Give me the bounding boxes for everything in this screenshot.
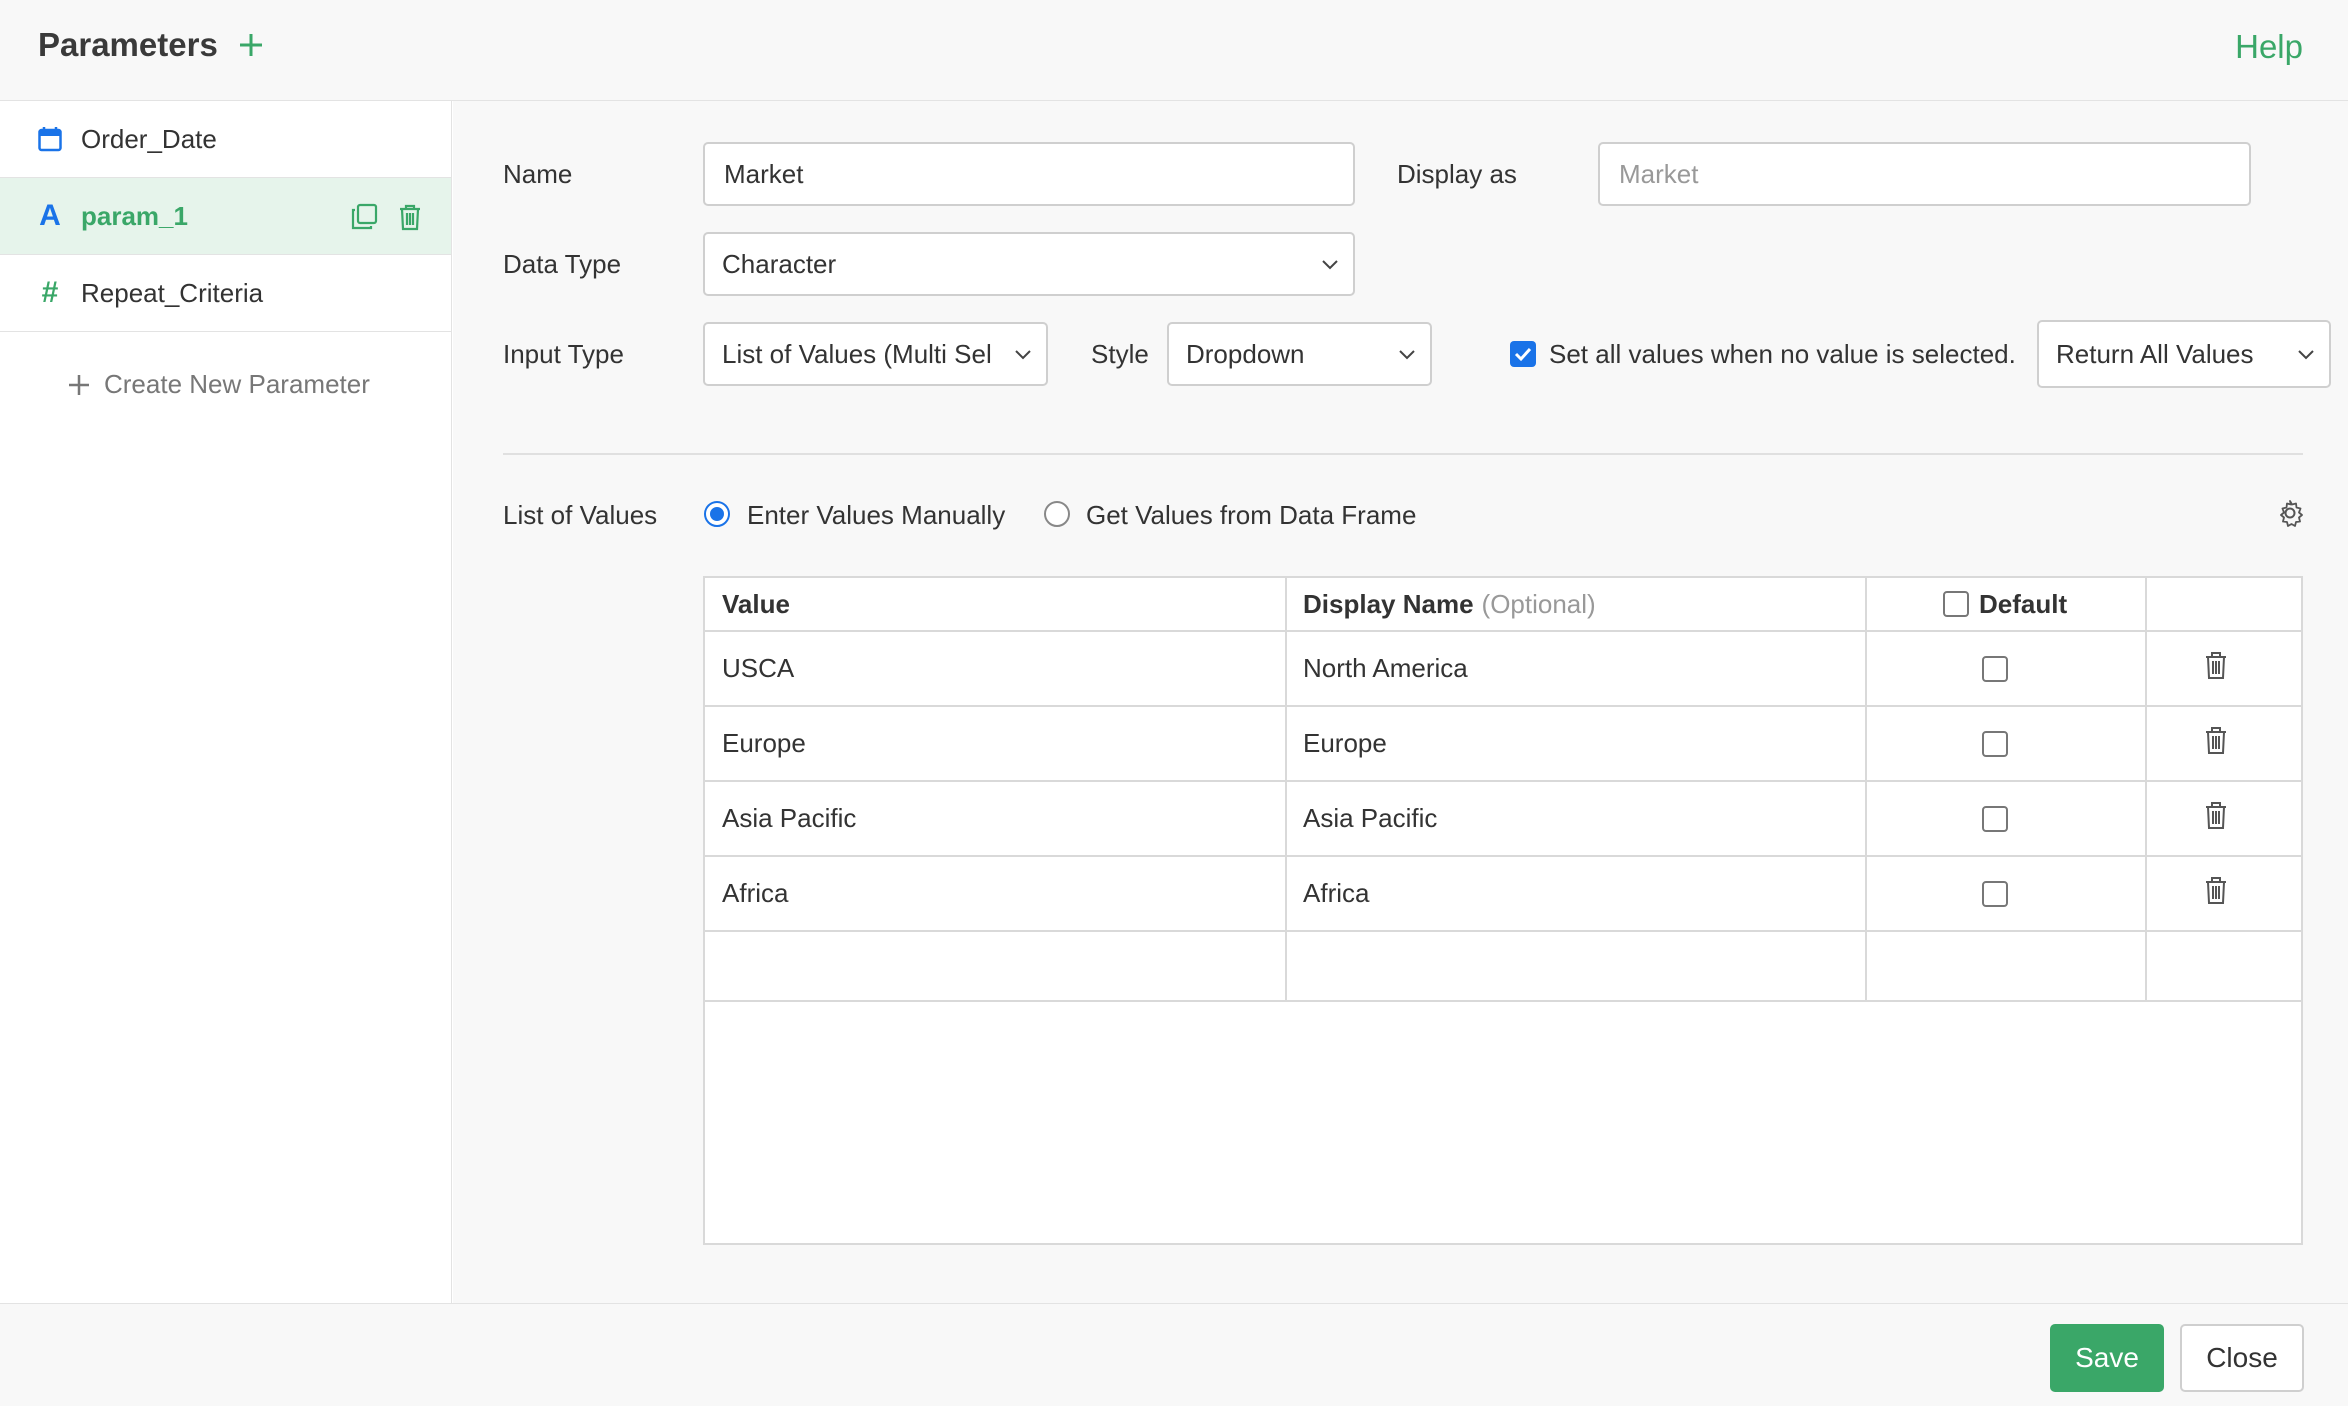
sidebar-item-label: Order_Date: [81, 123, 217, 154]
column-divider: [2145, 578, 2147, 1002]
get-values-from-data-frame-label[interactable]: Get Values from Data Frame: [1086, 500, 1416, 531]
get-values-from-data-frame-radio[interactable]: [1044, 501, 1070, 527]
help-link[interactable]: Help: [2235, 28, 2303, 66]
display-as-label: Display as: [1397, 159, 1517, 189]
enter-values-manually-label[interactable]: Enter Values Manually: [747, 500, 1005, 531]
name-input[interactable]: Market: [703, 142, 1355, 206]
sidebar-item-label: param_1: [81, 200, 188, 231]
add-parameter-button[interactable]: [234, 24, 268, 64]
trash-icon[interactable]: [2203, 650, 2229, 687]
display-name-cell[interactable]: Europe: [1303, 707, 1387, 780]
chevron-down-icon: [1015, 350, 1031, 360]
sidebar-item-param-1[interactable]: A param_1: [0, 178, 451, 255]
set-all-values-label: Set all values when no value is selected…: [1549, 339, 2016, 369]
column-divider: [1285, 578, 1287, 1002]
default-all-checkbox[interactable]: [1943, 591, 1969, 617]
value-cell[interactable]: Africa: [722, 857, 788, 930]
display-name-cell[interactable]: Asia Pacific: [1303, 782, 1437, 855]
table-row-empty[interactable]: [705, 932, 2301, 1002]
trash-icon[interactable]: [395, 202, 425, 232]
duplicate-icon[interactable]: [349, 202, 379, 232]
input-type-value: List of Values (Multi Sel: [722, 338, 992, 369]
display-name-header-hint: (Optional): [1481, 588, 1596, 619]
default-checkbox[interactable]: [1982, 880, 2008, 907]
table-row: Africa Africa: [705, 857, 2301, 932]
set-all-values-checkbox[interactable]: [1510, 341, 1536, 367]
default-checkbox[interactable]: [1982, 655, 2008, 682]
display-name-cell[interactable]: North America: [1303, 632, 1468, 705]
sidebar-item-repeat-criteria[interactable]: # Repeat_Criteria: [0, 255, 451, 332]
list-of-values-label: List of Values: [503, 500, 658, 530]
values-table: Value Display Name (Optional) Default US…: [703, 576, 2303, 1245]
input-type-select[interactable]: List of Values (Multi Sel: [703, 322, 1048, 386]
sidebar-item-label: Repeat_Criteria: [81, 277, 264, 308]
character-a-icon: A: [39, 199, 61, 232]
gear-icon[interactable]: [2275, 498, 2305, 528]
section-divider: [503, 453, 2303, 455]
enter-values-manually-radio[interactable]: [704, 501, 730, 527]
sidebar-item-order-date[interactable]: Order_Date: [0, 101, 451, 178]
data-type-value: Character: [722, 248, 837, 279]
parameter-sidebar: Order_Date A param_1 # Repeat_Criteria C…: [0, 101, 452, 1303]
display-as-input[interactable]: Market: [1598, 142, 2251, 206]
value-cell[interactable]: USCA: [722, 632, 794, 705]
name-label: Name: [503, 159, 573, 189]
sidebar-item-actions: [349, 202, 425, 232]
default-checkbox[interactable]: [1982, 805, 2008, 832]
table-row: Asia Pacific Asia Pacific: [705, 782, 2301, 857]
plus-icon: [240, 34, 262, 56]
chevron-down-icon: [2298, 350, 2314, 360]
table-row: USCA North America: [705, 632, 2301, 707]
parameter-editor: Name Market Display as Market Data Type …: [453, 101, 2348, 1303]
chevron-down-icon: [1399, 350, 1415, 360]
page-title: Parameters: [38, 26, 218, 63]
display-name-column-header: Display Name (Optional): [1303, 578, 1596, 630]
style-label: Style: [1091, 339, 1149, 369]
input-type-label: Input Type: [503, 339, 624, 369]
value-cell[interactable]: Europe: [722, 707, 806, 780]
dialog-footer: Save Close: [0, 1303, 2348, 1406]
column-divider: [1865, 578, 1867, 1002]
create-new-label: Create New Parameter: [104, 369, 370, 399]
calendar-icon: [38, 125, 62, 153]
save-button[interactable]: Save: [2050, 1324, 2164, 1392]
trash-icon[interactable]: [2203, 875, 2229, 912]
style-select[interactable]: Dropdown: [1167, 322, 1432, 386]
table-header-row: Value Display Name (Optional) Default: [705, 578, 2301, 632]
default-checkbox[interactable]: [1982, 730, 2008, 757]
data-type-select[interactable]: Character: [703, 232, 1355, 296]
default-header-label: Default: [1979, 588, 2068, 619]
hash-icon: #: [41, 276, 59, 309]
value-column-header: Value: [722, 588, 790, 619]
plus-icon: [68, 372, 90, 398]
checkmark-icon: [1514, 347, 1532, 362]
return-values-select[interactable]: Return All Values: [2037, 320, 2331, 388]
display-name-header-label: Display Name: [1303, 588, 1474, 619]
style-value: Dropdown: [1186, 338, 1305, 369]
trash-icon[interactable]: [2203, 800, 2229, 837]
display-name-cell[interactable]: Africa: [1303, 857, 1369, 930]
create-new-parameter-button[interactable]: Create New Parameter: [68, 369, 370, 400]
dialog-header: Parameters Help: [0, 0, 2348, 101]
return-values-value: Return All Values: [2056, 338, 2254, 369]
default-column-header: Default: [1943, 578, 2067, 630]
trash-icon[interactable]: [2203, 725, 2229, 762]
data-type-label: Data Type: [503, 249, 622, 279]
table-row: Europe Europe: [705, 707, 2301, 782]
chevron-down-icon: [1322, 260, 1338, 270]
value-cell[interactable]: Asia Pacific: [722, 782, 856, 855]
close-button[interactable]: Close: [2180, 1324, 2304, 1392]
